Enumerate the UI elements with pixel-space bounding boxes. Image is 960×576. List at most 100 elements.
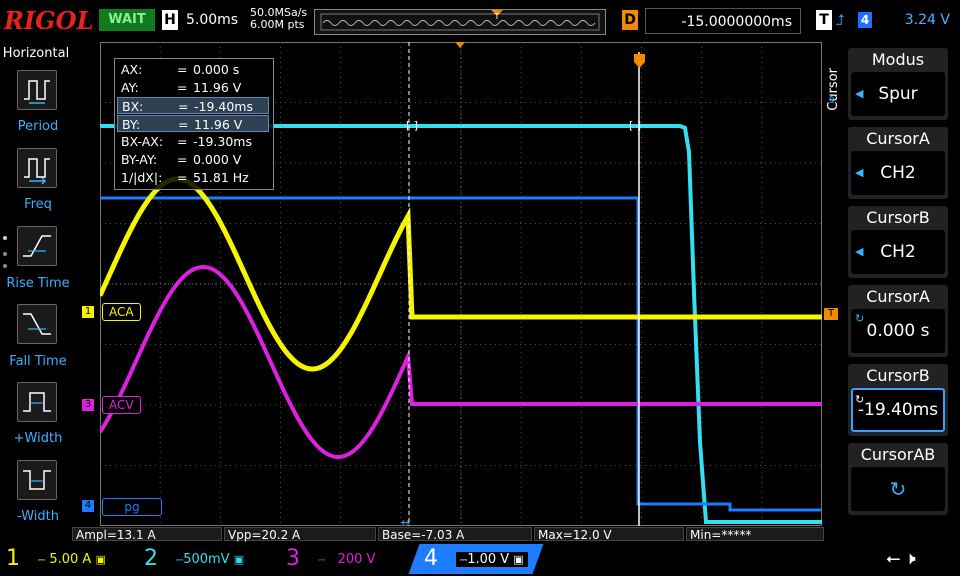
cursor-b-source: ◀ CH2	[851, 230, 945, 274]
knob-icon: ↻	[855, 312, 865, 325]
memory-waveform-preview: T	[320, 10, 600, 31]
cursor-b-source-text: CH2	[880, 242, 916, 262]
ch1-number[interactable]: 1	[6, 546, 20, 571]
cursor-ab-item[interactable]: CursorAB ↻	[848, 443, 948, 515]
rise-time-label: Rise Time	[6, 276, 70, 291]
ch2-number[interactable]: 2	[144, 546, 158, 571]
ch1-label: ACA	[102, 303, 141, 321]
run-state-badge[interactable]: WAIT	[99, 9, 155, 31]
fall-time-icon	[23, 313, 51, 335]
ch1-scale-text: 5.00 A	[49, 552, 92, 567]
mode-menu-item[interactable]: Modus ◀ Spur	[848, 48, 948, 120]
cursor-ab-title: CursorAB	[860, 445, 936, 464]
memory-depth: 6.00M pts	[250, 18, 305, 31]
rise-time-button[interactable]	[17, 226, 57, 266]
speaker-icon: 🕨	[904, 548, 916, 569]
cursor-a-title: CursorA	[866, 129, 930, 148]
delay-badge: D	[622, 10, 638, 30]
neg-width-icon	[23, 470, 51, 490]
svg-text:T: T	[494, 12, 500, 21]
dc-coupling-icon: ⎓	[318, 556, 326, 566]
delay-marker	[634, 54, 645, 68]
dc-coupling-icon: ⎓	[38, 556, 46, 566]
rigol-logo: RIGOL	[4, 6, 94, 35]
measurement-max[interactable]: Max=12.0 V	[534, 527, 684, 542]
cursor-row: BX-AX: = -19.30ms	[121, 134, 252, 149]
cursor-a-position: ↻ 0.000 s	[851, 309, 945, 353]
pos-width-label: +Width	[13, 431, 63, 446]
pos-width-icon	[23, 392, 51, 412]
left-panel-title: Horizontal	[2, 46, 70, 61]
cursor-a-position-item[interactable]: CursorA ↻ 0.000 s	[848, 285, 948, 357]
cursor-b-position-item[interactable]: CursorB ↻ -19.40ms	[848, 364, 948, 436]
neg-width-label: -Width	[17, 509, 59, 524]
cursor-a-source-item[interactable]: CursorA ◀ CH2	[848, 127, 948, 199]
period-label: Period	[17, 119, 59, 134]
period-icon	[24, 80, 50, 104]
cursor-readout-box: AX: = 0.000 s AY: = 11.96 V BX: = -19.40ms BY:…	[114, 58, 274, 190]
mode-value: ◀ Spur	[851, 72, 945, 116]
trigger-source[interactable]: 4	[858, 12, 872, 28]
knob-icon: ↻	[855, 393, 865, 406]
freq-button[interactable]	[17, 148, 57, 188]
delay-value[interactable]: -15.0000000ms	[645, 8, 801, 34]
cursor-row: AY: = 11.96 V	[121, 80, 242, 95]
ch2-scale[interactable]: ⎓500mV ▣	[176, 552, 244, 567]
cursor-b-title: CursorB	[866, 208, 930, 227]
ch2-scale-text: 500mV	[183, 552, 230, 567]
trigger-level-marker[interactable]: T	[824, 308, 838, 320]
ch1-marker[interactable]: 1	[82, 306, 94, 318]
ch3-marker[interactable]: 3	[82, 399, 94, 411]
ch3-scale[interactable]: ⎓ 200 V	[318, 552, 375, 567]
measurement-base[interactable]: Base=-7.03 A	[378, 527, 532, 542]
memory-overview-bar: T	[314, 9, 606, 35]
bandwidth-icon: ▣	[233, 553, 245, 566]
period-button[interactable]	[17, 70, 57, 110]
trigger-level[interactable]: 3.24 V	[880, 12, 950, 28]
cursor-a-source-text: CH2	[880, 163, 916, 183]
ch4-scale-text: 1.00 V	[467, 552, 510, 567]
page-dot	[3, 236, 7, 240]
pos-width-button[interactable]	[17, 382, 57, 422]
page-dot	[3, 264, 7, 268]
left-arrow-icon: ◀	[855, 245, 864, 258]
left-arrow-icon: ◀	[855, 87, 864, 100]
mode-title: Modus	[871, 50, 925, 69]
measurement-min[interactable]: Min=*****	[686, 527, 824, 542]
knob-icon: ↻	[889, 477, 907, 501]
cursor-b-cross: [ ]	[406, 119, 418, 132]
cursor-a-source: ◀ CH2	[851, 151, 945, 195]
rise-time-icon	[23, 235, 51, 257]
bandwidth-icon: ▣	[95, 553, 106, 566]
cursor-row: BY-AY: = 0.000 V	[121, 152, 242, 167]
page-dot	[3, 252, 7, 256]
fall-time-button[interactable]	[17, 304, 57, 344]
ch4-number[interactable]: 4	[424, 546, 438, 571]
cursor-row-selected: BX: = -19.40ms	[117, 97, 269, 114]
ch4-marker[interactable]: 4	[82, 500, 94, 512]
cursor-b-handle[interactable]: ↔	[401, 516, 410, 526]
ch1-scale[interactable]: ⎓ 5.00 A ▣	[38, 552, 106, 567]
timebase-value[interactable]: 5.00ms	[186, 12, 238, 28]
cursor-row: 1/|dX|: = 51.81 Hz	[121, 170, 249, 185]
cursor-b-position: ↻ -19.40ms	[851, 388, 945, 432]
cursor-a-cross: [ ]	[629, 119, 641, 132]
ch3-number[interactable]: 3	[286, 546, 300, 571]
measurement-vpp[interactable]: Vpp=20.2 A	[224, 527, 376, 542]
trigger-position-marker	[455, 42, 465, 48]
freq-label: Freq	[24, 197, 52, 212]
freq-icon	[24, 158, 50, 185]
left-arrow-icon: ◀	[855, 166, 864, 179]
rising-edge-icon: ⮥	[836, 11, 845, 29]
ch4-scale[interactable]: ⎓1.00 V ▣	[456, 552, 528, 567]
neg-width-button[interactable]	[17, 460, 57, 500]
mode-value-text: Spur	[878, 84, 918, 104]
ch3-scale-text: 200 V	[337, 552, 376, 567]
ch3-label: ACV	[102, 396, 141, 414]
cursor-b-source-item[interactable]: CursorB ◀ CH2	[848, 206, 948, 278]
cursor-row: AX: = 0.000 s	[121, 62, 240, 77]
measurement-ampl[interactable]: Ampl=13.1 A	[72, 527, 222, 542]
trigger-badge: T	[816, 10, 832, 30]
bandwidth-icon: ▣	[513, 553, 524, 566]
sample-rate-readout: 50.0MSa/s 6.00M pts	[250, 7, 307, 31]
